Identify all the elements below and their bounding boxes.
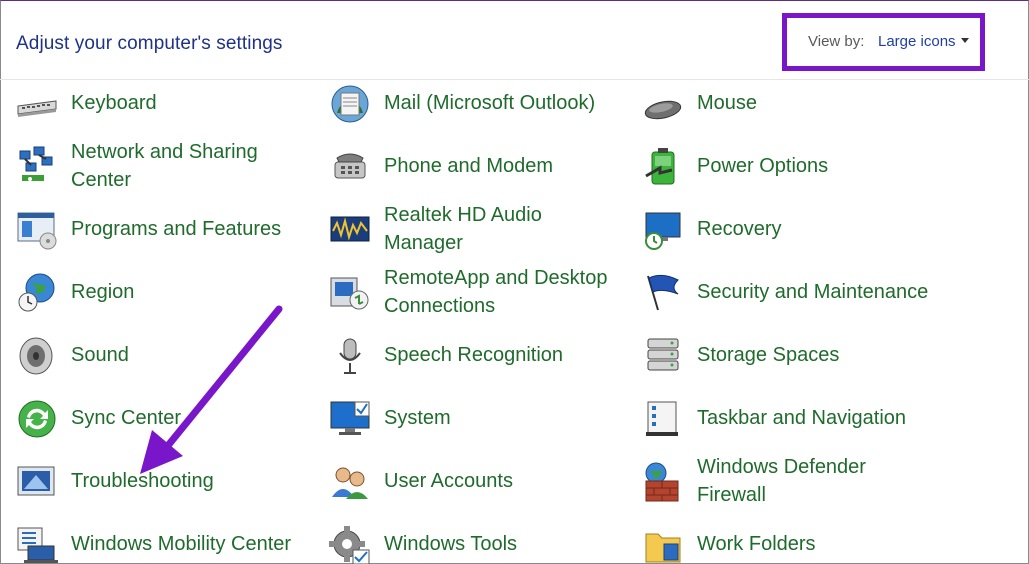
header: Adjust your computer's settings View by:… [0,0,1029,80]
folder-icon [645,533,681,563]
item-mouse[interactable]: Mouse [642,89,952,149]
item-label: Troubleshooting [71,470,214,492]
chevron-down-icon [960,37,969,43]
item-region[interactable]: Region [16,273,326,338]
item-sound[interactable]: Sound [16,337,326,401]
programs-icon [17,212,57,250]
view-by-value: Large icons [878,33,956,50]
item-label: User Accounts [384,470,513,492]
troubleshoot-monitor-icon [17,466,55,496]
item-label: Network and Sharing Center [71,141,258,191]
item-system[interactable]: System [329,401,639,464]
item-storage-spaces[interactable]: Storage Spaces [642,338,952,401]
item-label: RemoteApp and Desktop Connections [384,267,608,317]
item-label: Windows Mobility Center [71,533,292,555]
battery-icon [645,148,675,185]
item-label: Mouse [697,92,758,114]
item-label: Speech Recognition [384,344,564,366]
microphone-icon [339,338,361,374]
item-label: Region [71,281,135,303]
firewall-icon [645,462,679,502]
mobility-icon [17,527,58,563]
item-label: Sound [71,344,129,366]
view-by-dropdown[interactable]: Large icons [878,33,969,50]
item-power-options[interactable]: Power Options [642,148,952,212]
item-label: Mail (Microsoft Outlook) [384,92,596,114]
globe-clock-icon [18,273,55,312]
item-label: Keyboard [71,92,157,114]
item-label: System [384,407,451,429]
item-label: Sync Center [71,407,182,429]
item-troubleshooting[interactable]: Troubleshooting [16,466,326,527]
item-label: Work Folders [697,533,816,555]
item-label: Windows Tools [384,533,518,555]
item-network-sharing[interactable]: Network and Sharing Center [16,141,326,212]
item-label: Recovery [697,218,782,240]
view-by-label: View by: [808,33,865,50]
gear-tools-icon [329,526,370,564]
item-programs-features[interactable]: Programs and Features [16,212,326,275]
flag-icon [647,274,679,311]
item-label: Storage Spaces [697,344,840,366]
users-icon [332,467,368,499]
item-speech-recognition[interactable]: Speech Recognition [329,338,639,401]
item-security-maintenance[interactable]: Security and Maintenance [642,274,952,338]
item-label: Taskbar and Navigation [697,407,907,429]
item-recovery[interactable]: Recovery [642,212,952,275]
page-title: Adjust your computer's settings [16,33,283,54]
item-sync-center[interactable]: Sync Center [16,400,326,464]
item-label: Security and Maintenance [697,281,929,303]
sync-icon [18,400,56,438]
item-label: Programs and Features [71,218,282,240]
item-remoteapp[interactable]: RemoteApp and Desktop Connections [329,267,639,338]
item-mail[interactable]: Mail (Microsoft Outlook) [329,85,639,149]
item-windows-mobility-center[interactable]: Windows Mobility Center [16,527,326,564]
network-icon [19,146,53,181]
item-label: Realtek HD Audio Manager [384,204,542,254]
item-label: Windows Defender Firewall [697,456,866,506]
audio-manager-icon [330,216,370,242]
item-windows-tools[interactable]: Windows Tools [329,526,639,564]
mouse-icon [644,100,682,120]
item-work-folders[interactable]: Work Folders [642,530,952,564]
item-user-accounts[interactable]: User Accounts [329,467,639,527]
phone-icon [334,153,366,179]
recovery-icon [645,212,681,250]
mail-icon [331,85,369,123]
remote-desktop-icon [330,277,369,310]
monitor-check-icon [330,401,370,435]
speaker-icon [19,337,53,375]
keyboard-icon [17,100,57,117]
item-label: Phone and Modem [384,155,554,177]
item-label: Power Options [697,155,829,177]
storage-icon [647,338,679,371]
taskbar-icon [646,401,678,436]
item-windows-defender-firewall[interactable]: Windows Defender Firewall [642,456,952,527]
